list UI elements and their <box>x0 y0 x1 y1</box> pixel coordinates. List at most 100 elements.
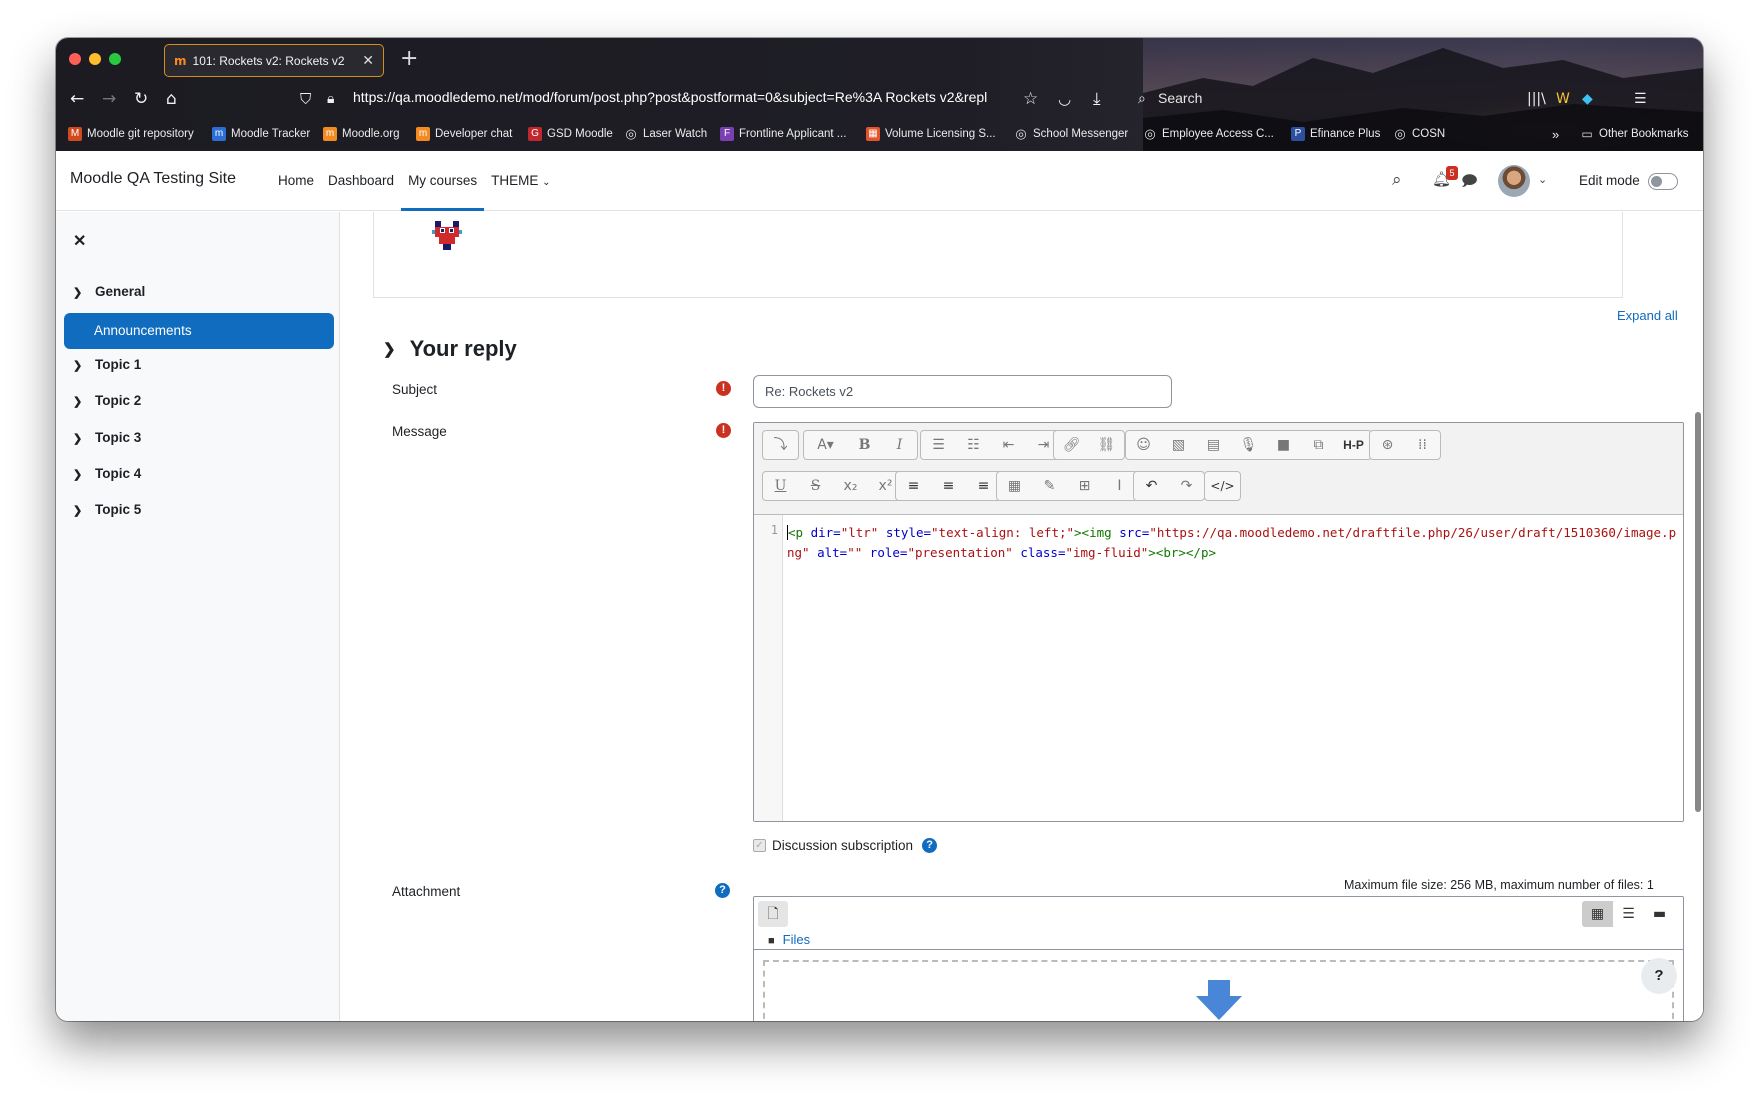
subject-input[interactable] <box>753 375 1172 408</box>
library-icon[interactable]: |||\ <box>1527 89 1546 109</box>
paragraph-styles-icon[interactable]: A▾ <box>804 431 847 459</box>
italic-icon[interactable]: I <box>882 431 917 459</box>
bookmark-item[interactable]: m Moodle.org <box>323 127 400 141</box>
close-drawer-icon[interactable]: ✕ <box>73 231 86 251</box>
underline-icon[interactable]: U <box>763 472 798 500</box>
ordered-list-icon[interactable]: ☷ <box>956 431 991 459</box>
discussion-subscription[interactable]: ✓ Discussion subscription ? <box>753 838 938 853</box>
section-topic-2[interactable]: ❯ Topic 2 <box>73 393 141 408</box>
add-file-icon[interactable]: 🗋 <box>758 901 788 927</box>
user-menu-chevron-icon[interactable]: ⌄ <box>1538 173 1547 186</box>
maximize-window-button[interactable] <box>109 53 121 65</box>
bookmark-item[interactable]: M Moodle git repository <box>68 127 194 141</box>
bookmark-star-icon[interactable]: ☆ <box>1023 89 1038 109</box>
site-name[interactable]: Moodle QA Testing Site <box>70 170 236 188</box>
image-icon[interactable]: ▧ <box>1161 431 1196 459</box>
section-topic-4[interactable]: ❯ Topic 4 <box>73 466 141 481</box>
edit-mode-toggle[interactable] <box>1648 173 1678 190</box>
nav-theme[interactable]: THEME ⌄ <box>484 151 557 211</box>
shield-icon[interactable]: ⛉ <box>300 89 311 109</box>
folder-view-icon[interactable]: ▬ <box>1644 901 1675 927</box>
equation-icon[interactable]: ▦ <box>997 472 1032 500</box>
search-icon[interactable]: ⌕ <box>1392 170 1402 190</box>
nav-home[interactable]: Home <box>271 151 321 211</box>
link-icon[interactable]: 🔗︎ <box>1054 431 1089 459</box>
reply-section-heading[interactable]: ❯ Your reply <box>383 336 517 362</box>
extension-icon[interactable]: W <box>1556 89 1570 109</box>
section-general[interactable]: ❯ General <box>73 284 145 299</box>
outdent-icon[interactable]: ⇤ <box>991 431 1026 459</box>
forward-icon[interactable]: → <box>102 89 116 109</box>
file-drop-zone[interactable] <box>763 960 1674 1021</box>
bookmark-item[interactable]: ◎ School Messenger <box>1014 127 1128 141</box>
bookmark-item[interactable]: m Moodle Tracker <box>212 127 310 141</box>
help-button[interactable]: ? <box>1641 958 1677 994</box>
messages-icon[interactable]: 🗩 <box>1461 171 1478 196</box>
clear-formatting-icon[interactable]: I <box>1102 472 1137 500</box>
bookmark-item[interactable]: m Developer chat <box>416 127 512 141</box>
undo-icon[interactable]: ↶ <box>1134 472 1169 500</box>
unordered-list-icon[interactable]: ☰ <box>921 431 956 459</box>
nav-dashboard[interactable]: Dashboard <box>321 151 401 211</box>
record-audio-icon[interactable]: 🎙︎ <box>1231 431 1266 459</box>
section-topic-5[interactable]: ❯ Topic 5 <box>73 502 141 517</box>
expand-all-link[interactable]: Expand all <box>1617 308 1678 323</box>
character-map-icon[interactable]: ✎ <box>1032 472 1067 500</box>
section-topic-3[interactable]: ❯ Topic 3 <box>73 430 141 445</box>
subscription-checkbox[interactable]: ✓ <box>753 839 766 852</box>
manage-files-icon[interactable]: ⧉ <box>1301 431 1336 459</box>
media-icon[interactable]: ▤ <box>1196 431 1231 459</box>
tab-close-icon[interactable]: ✕ <box>362 52 374 69</box>
accessibility-checker-icon[interactable]: ⊛ <box>1370 431 1405 459</box>
avatar[interactable] <box>1498 165 1530 197</box>
unlink-icon[interactable]: ⛓ <box>1089 431 1124 459</box>
pocket-icon[interactable]: ◡ <box>1058 89 1071 109</box>
html-source-icon[interactable]: </> <box>1205 472 1240 500</box>
h5p-icon[interactable]: H-P <box>1336 431 1371 459</box>
minimize-window-button[interactable] <box>89 53 101 65</box>
section-topic-1[interactable]: ❯ Topic 1 <box>73 357 141 372</box>
record-video-icon[interactable]: ■ <box>1266 431 1301 459</box>
bookmark-item[interactable]: G GSD Moodle <box>528 127 613 141</box>
close-window-button[interactable] <box>69 53 81 65</box>
bookmark-item[interactable]: ◎ Employee Access C... <box>1143 127 1274 141</box>
list-view-icon[interactable]: ☰ <box>1613 901 1644 927</box>
browser-search-field[interactable]: Search <box>1158 90 1202 106</box>
html-source-text[interactable]: <p dir="ltr" style="text-align: left;"><… <box>787 523 1677 563</box>
emoji-icon[interactable]: ☺ <box>1126 431 1161 459</box>
screenreader-helper-icon[interactable]: ⁞⁞ <box>1405 431 1440 459</box>
reload-icon[interactable]: ↻ <box>134 89 148 109</box>
new-tab-icon[interactable]: + <box>400 46 418 71</box>
browser-tab-active[interactable]: m 101: Rockets v2: Rockets v2 ✕ <box>164 44 384 77</box>
subscript-icon[interactable]: x₂ <box>833 472 868 500</box>
address-bar[interactable]: https://qa.moodledemo.net/mod/forum/post… <box>353 89 1013 105</box>
activity-announcements[interactable]: Announcements <box>64 313 334 349</box>
bookmarks-overflow-icon[interactable]: » <box>1552 127 1559 142</box>
redo-icon[interactable]: ↷ <box>1169 472 1204 500</box>
toolbar-toggle-icon[interactable]: ⤵ <box>763 431 798 459</box>
back-icon[interactable]: ← <box>70 89 84 109</box>
extension-badge-icon[interactable]: ◆ <box>1582 89 1593 109</box>
align-center-icon[interactable]: ≡ <box>931 472 966 500</box>
html-source-editor[interactable]: 1 <p dir="ltr" style="text-align: left;"… <box>754 515 1683 821</box>
bookmark-item[interactable]: ▦ Volume Licensing S... <box>866 127 996 141</box>
nav-my-courses[interactable]: My courses <box>401 151 485 211</box>
bookmark-item[interactable]: F Frontline Applicant ... <box>720 127 846 141</box>
help-icon[interactable]: ? <box>922 838 938 853</box>
bookmark-item[interactable]: ◎ Laser Watch <box>624 127 707 141</box>
strikethrough-icon[interactable]: S <box>798 472 833 500</box>
downloads-icon[interactable]: ⤓ <box>1093 89 1101 109</box>
menu-hamburger-icon[interactable]: ☰ <box>1634 89 1647 109</box>
bookmark-item[interactable]: ◎ COSN <box>1393 127 1445 141</box>
toolbar-group: ⤵ <box>762 430 799 460</box>
table-icon[interactable]: ⊞ <box>1067 472 1102 500</box>
bold-icon[interactable]: B <box>847 431 882 459</box>
align-left-icon[interactable]: ≡ <box>896 472 931 500</box>
bookmark-item[interactable]: P Efinance Plus <box>1291 127 1380 141</box>
grid-view-icon[interactable]: ▦ <box>1582 901 1613 927</box>
help-icon[interactable]: ? <box>715 883 730 898</box>
files-breadcrumb[interactable]: ■ Files <box>768 932 810 947</box>
page-scrollbar[interactable] <box>1693 212 1703 1021</box>
home-icon[interactable]: ⌂ <box>166 89 177 109</box>
other-bookmarks[interactable]: ▭ Other Bookmarks <box>1580 127 1688 141</box>
